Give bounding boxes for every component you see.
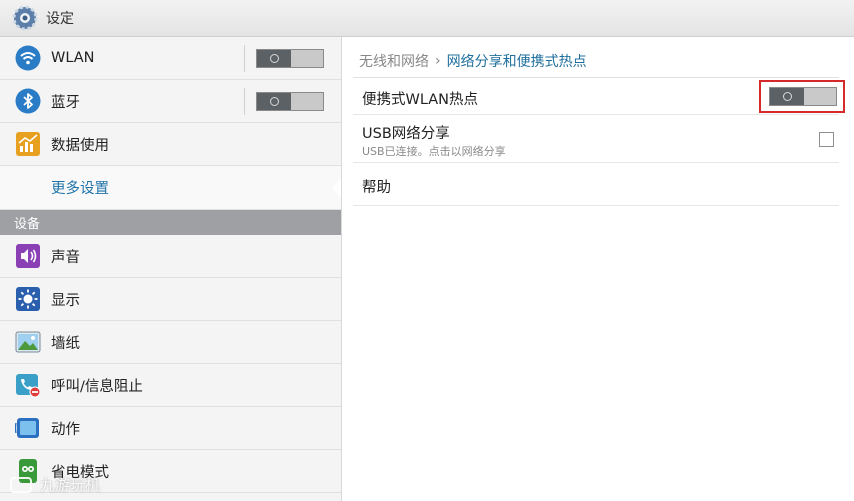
toggle-knob <box>257 93 291 110</box>
sidebar-item-label: 声音 <box>51 249 80 266</box>
sidebar-item-call-blocking[interactable]: 呼叫/信息阻止 <box>0 364 341 407</box>
setting-sublabel: USB已连接。点击以网络分享 <box>362 145 506 158</box>
wifi-icon <box>15 45 41 71</box>
wallpaper-icon <box>15 331 41 353</box>
toggle-off-icon <box>782 92 792 101</box>
breadcrumb-current: 网络分享和便携式热点 <box>446 54 587 70</box>
selection-indicator <box>332 178 341 198</box>
wlan-toggle[interactable] <box>256 49 324 68</box>
data-usage-icon <box>16 132 40 156</box>
sound-icon <box>16 244 40 268</box>
sidebar-item-label: 动作 <box>51 421 80 438</box>
sidebar-item-bluetooth[interactable]: 蓝牙 <box>0 80 341 123</box>
toggle-track <box>804 88 836 105</box>
breadcrumb-parent[interactable]: 无线和网络 <box>359 51 429 71</box>
setting-label: USB网络分享 <box>362 126 450 142</box>
toggle-track <box>291 50 323 67</box>
toggle-off-icon <box>269 97 279 106</box>
display-icon <box>16 287 40 311</box>
setting-portable-hotspot[interactable]: 便携式WLAN热点 <box>353 78 845 115</box>
divider <box>244 88 245 115</box>
toggle-track <box>291 93 323 110</box>
call-block-icon <box>16 374 41 398</box>
sidebar-item-wlan[interactable]: WLAN <box>0 37 341 80</box>
sidebar-item-label: 墙纸 <box>51 335 80 352</box>
hotspot-toggle[interactable] <box>769 87 837 106</box>
usb-tethering-checkbox[interactable] <box>819 132 834 147</box>
breadcrumb: 无线和网络 › 网络分享和便携式热点 <box>359 51 587 71</box>
chevron-right-icon: › <box>435 53 441 69</box>
sidebar-item-display[interactable]: 显示 <box>0 278 341 321</box>
setting-usb-tethering[interactable]: USB网络分享 USB已连接。点击以网络分享 <box>353 115 839 163</box>
setting-label: 帮助 <box>362 180 391 196</box>
sidebar-item-label: 呼叫/信息阻止 <box>51 378 143 395</box>
watermark: 九游玩机 <box>10 474 100 495</box>
section-header-device: 设备 <box>0 210 341 235</box>
sidebar-item-motion[interactable]: 动作 <box>0 407 341 450</box>
sidebar-item-more-settings[interactable]: 更多设置 <box>0 166 341 210</box>
setting-help[interactable]: 帮助 <box>353 163 839 206</box>
gear-icon[interactable] <box>12 5 38 31</box>
sidebar-item-label: 显示 <box>51 292 80 309</box>
sidebar-item-label: WLAN <box>51 50 95 66</box>
settings-sidebar: WLAN 蓝牙 数据使用 更多设置 设备 声音 显示 墙纸 呼叫/信息阻止 动作… <box>0 37 342 501</box>
motion-icon <box>15 418 39 438</box>
divider <box>244 45 245 72</box>
setting-label: 便携式WLAN热点 <box>362 92 479 108</box>
sidebar-item-label: 更多设置 <box>51 181 109 197</box>
sidebar-item-sound[interactable]: 声音 <box>0 235 341 278</box>
watermark-text: 九游玩机 <box>40 476 101 494</box>
toggle-knob <box>257 50 291 67</box>
highlight-box <box>759 80 845 113</box>
toggle-off-icon <box>269 54 279 63</box>
title-bar: 设定 <box>0 0 854 37</box>
sidebar-item-label: 数据使用 <box>51 137 109 154</box>
bluetooth-icon <box>15 88 41 114</box>
watermark-logo-icon <box>10 476 32 493</box>
page-title: 设定 <box>46 11 74 27</box>
sidebar-item-data-usage[interactable]: 数据使用 <box>0 123 341 166</box>
sidebar-item-label: 蓝牙 <box>51 94 80 111</box>
detail-pane: 无线和网络 › 网络分享和便携式热点 便携式WLAN热点 USB网络分享 USB… <box>343 37 854 501</box>
bluetooth-toggle[interactable] <box>256 92 324 111</box>
toggle-knob <box>770 88 804 105</box>
sidebar-item-wallpaper[interactable]: 墙纸 <box>0 321 341 364</box>
